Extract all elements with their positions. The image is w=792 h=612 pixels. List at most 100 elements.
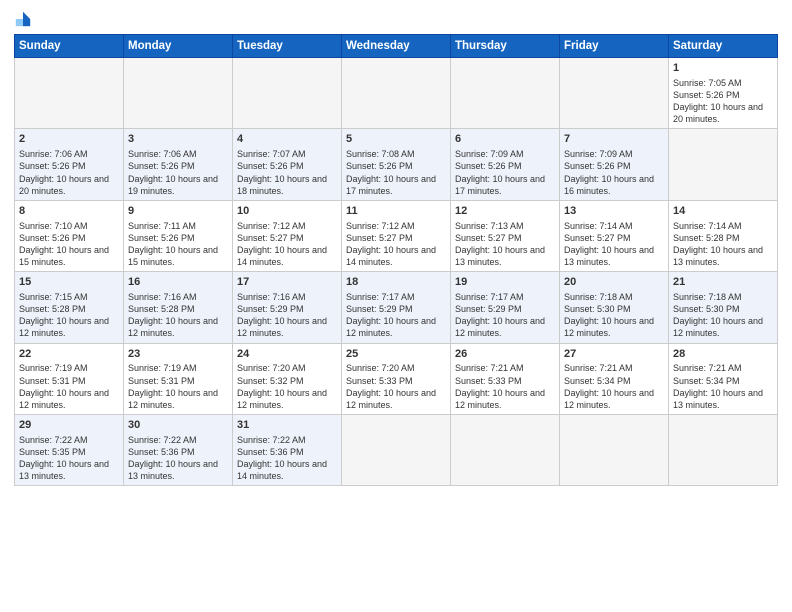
sunrise: Sunrise: 7:17 AM [346, 292, 415, 302]
day-number: 4 [237, 132, 337, 147]
day-number: 26 [455, 347, 555, 362]
header-cell-monday: Monday [124, 35, 233, 58]
calendar-cell: 30Sunrise: 7:22 AMSunset: 5:36 PMDayligh… [124, 415, 233, 486]
calendar-cell [669, 129, 778, 200]
sunrise: Sunrise: 7:05 AM [673, 78, 742, 88]
day-number: 29 [19, 418, 119, 433]
sunset: Sunset: 5:26 PM [673, 90, 740, 100]
calendar-cell: 11Sunrise: 7:12 AMSunset: 5:27 PMDayligh… [342, 200, 451, 271]
day-number: 17 [237, 275, 337, 290]
daylight: Daylight: 10 hours and 20 minutes. [19, 174, 109, 196]
calendar-cell: 25Sunrise: 7:20 AMSunset: 5:33 PMDayligh… [342, 343, 451, 414]
daylight: Daylight: 10 hours and 15 minutes. [19, 245, 109, 267]
sunset: Sunset: 5:32 PM [237, 376, 304, 386]
sunset: Sunset: 5:26 PM [455, 161, 522, 171]
header-cell-wednesday: Wednesday [342, 35, 451, 58]
page-container: SundayMondayTuesdayWednesdayThursdayFrid… [0, 0, 792, 494]
day-number: 11 [346, 204, 446, 219]
calendar-week-0: 1Sunrise: 7:05 AMSunset: 5:26 PMDaylight… [15, 58, 778, 129]
calendar-cell: 1Sunrise: 7:05 AMSunset: 5:26 PMDaylight… [669, 58, 778, 129]
sunset: Sunset: 5:26 PM [237, 161, 304, 171]
sunrise: Sunrise: 7:19 AM [19, 363, 88, 373]
sunrise: Sunrise: 7:16 AM [128, 292, 197, 302]
calendar-week-1: 2Sunrise: 7:06 AMSunset: 5:26 PMDaylight… [15, 129, 778, 200]
calendar-week-3: 15 Sunrise: 7:15 AM Sunset: 5:28 PM Dayligh… [15, 272, 778, 343]
sunrise: Sunrise: 7:19 AM [128, 363, 197, 373]
sunset: Sunset: 5:27 PM [455, 233, 522, 243]
sunset: Sunset: 5:28 PM [128, 304, 195, 314]
day-number: 15 [19, 275, 119, 290]
header-cell-thursday: Thursday [451, 35, 560, 58]
calendar-cell: 5Sunrise: 7:08 AMSunset: 5:26 PMDaylight… [342, 129, 451, 200]
sunrise: Sunrise: 7:22 AM [19, 435, 88, 445]
day-number: 30 [128, 418, 228, 433]
calendar-cell: 6Sunrise: 7:09 AMSunset: 5:26 PMDaylight… [451, 129, 560, 200]
calendar-cell: 22Sunrise: 7:19 AMSunset: 5:31 PMDayligh… [15, 343, 124, 414]
daylight: Daylight: 10 hours and 14 minutes. [237, 245, 327, 267]
day-number: 10 [237, 204, 337, 219]
calendar-cell [560, 58, 669, 129]
sunrise: Sunrise: 7:17 AM [455, 292, 524, 302]
daylight: Daylight: 10 hours and 12 minutes. [455, 388, 545, 410]
daylight: Daylight: 10 hours and 13 minutes. [128, 459, 218, 481]
daylight: Daylight: 10 hours and 12 minutes. [19, 388, 109, 410]
daylight: Daylight: 10 hours and 12 minutes. [564, 316, 654, 338]
calendar-cell [669, 415, 778, 486]
sunset: Sunset: 5:27 PM [564, 233, 631, 243]
day-number: 27 [564, 347, 664, 362]
header-cell-saturday: Saturday [669, 35, 778, 58]
calendar-cell: 4Sunrise: 7:07 AMSunset: 5:26 PMDaylight… [233, 129, 342, 200]
day-number: 28 [673, 347, 773, 362]
sunset: Sunset: 5:28 PM [673, 233, 740, 243]
sunrise: Sunrise: 7:22 AM [128, 435, 197, 445]
calendar-cell: 12Sunrise: 7:13 AMSunset: 5:27 PMDayligh… [451, 200, 560, 271]
sunrise: Sunrise: 7:15 AM [19, 292, 88, 302]
daylight: Daylight: 10 hours and 12 minutes. [455, 316, 545, 338]
sunset: Sunset: 5:26 PM [19, 161, 86, 171]
calendar-cell: 21Sunrise: 7:18 AMSunset: 5:30 PMDayligh… [669, 272, 778, 343]
daylight: Daylight: 10 hours and 12 minutes. [128, 316, 218, 338]
sunrise: Sunrise: 7:06 AM [19, 149, 88, 159]
sunrise: Sunrise: 7:13 AM [455, 221, 524, 231]
sunset: Sunset: 5:34 PM [564, 376, 631, 386]
day-number: 1 [673, 61, 773, 76]
daylight: Daylight: 10 hours and 18 minutes. [237, 174, 327, 196]
sunrise: Sunrise: 7:21 AM [455, 363, 524, 373]
day-number: 13 [564, 204, 664, 219]
sunset: Sunset: 5:31 PM [19, 376, 86, 386]
sunset: Sunset: 5:26 PM [564, 161, 631, 171]
sunrise: Sunrise: 7:16 AM [237, 292, 306, 302]
daylight: Daylight: 10 hours and 13 minutes. [564, 245, 654, 267]
daylight: Daylight: 10 hours and 16 minutes. [564, 174, 654, 196]
calendar-cell [233, 58, 342, 129]
day-number: 24 [237, 347, 337, 362]
day-number: 20 [564, 275, 664, 290]
day-number: 3 [128, 132, 228, 147]
sunset: Sunset: 5:31 PM [128, 376, 195, 386]
daylight: Daylight: 10 hours and 12 minutes. [346, 388, 436, 410]
sunrise: Sunrise: 7:12 AM [346, 221, 415, 231]
day-number: 16 [128, 275, 228, 290]
daylight: Daylight: 10 hours and 14 minutes. [346, 245, 436, 267]
calendar-cell [124, 58, 233, 129]
day-number: 25 [346, 347, 446, 362]
sunrise: Sunrise: 7:09 AM [564, 149, 633, 159]
day-number: 8 [19, 204, 119, 219]
sunrise: Sunrise: 7:18 AM [564, 292, 633, 302]
daylight: Daylight: 10 hours and 12 minutes. [128, 388, 218, 410]
calendar-cell [560, 415, 669, 486]
sunrise: Sunrise: 7:06 AM [128, 149, 197, 159]
calendar-week-2: 8Sunrise: 7:10 AMSunset: 5:26 PMDaylight… [15, 200, 778, 271]
sunrise: Sunrise: 7:12 AM [237, 221, 306, 231]
calendar-body: 1 Sunrise: 7:05 AM Sunset: 5:26 PM Daylight… [15, 58, 778, 486]
daylight: Daylight: 10 hours and 19 minutes. [128, 174, 218, 196]
daylight: Daylight: 10 hours and 17 minutes. [346, 174, 436, 196]
daylight: Daylight: 10 hours and 12 minutes. [19, 316, 109, 338]
calendar-cell: 7Sunrise: 7:09 AMSunset: 5:26 PMDaylight… [560, 129, 669, 200]
daylight: Daylight: 10 hours and 12 minutes. [564, 388, 654, 410]
day-number: 23 [128, 347, 228, 362]
daylight: Daylight: 10 hours and 12 minutes. [346, 316, 436, 338]
header-cell-sunday: Sunday [15, 35, 124, 58]
sunset: Sunset: 5:34 PM [673, 376, 740, 386]
header-cell-friday: Friday [560, 35, 669, 58]
